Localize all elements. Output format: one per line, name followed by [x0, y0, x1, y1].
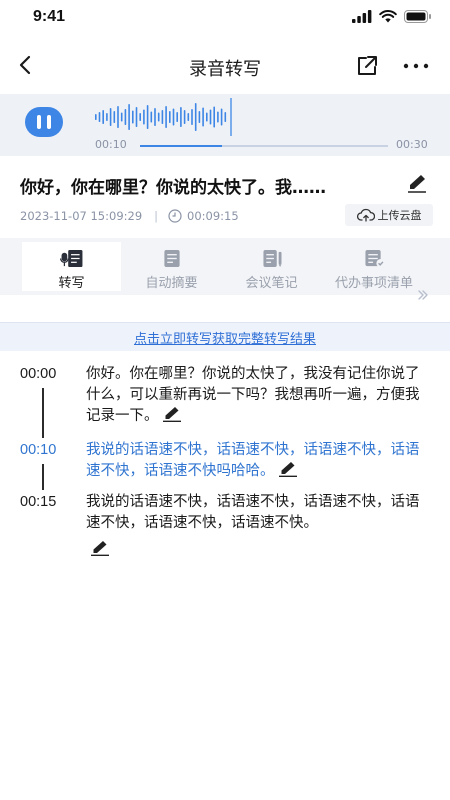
- waveform-bar: [198, 111, 201, 123]
- tab-summary[interactable]: 自动摘要: [122, 242, 221, 291]
- waveform-bar: [224, 112, 227, 122]
- current-time: 00:10: [95, 138, 127, 151]
- waveform-bar: [157, 112, 160, 122]
- recording-title: 你好，你在哪里？你说的太快了。我……: [20, 178, 326, 198]
- waveform-bar: [139, 113, 141, 121]
- waveform-bar: [135, 107, 138, 127]
- transcribe-now-link[interactable]: 点击立即转写获取完整转写结果: [134, 328, 316, 347]
- pause-button[interactable]: [25, 107, 63, 137]
- battery-icon: [404, 10, 431, 23]
- upload-cloud-button[interactable]: 上传云盘: [345, 204, 433, 226]
- waveform-bar: [154, 108, 156, 126]
- tab-transcribe[interactable]: 转写: [22, 242, 121, 291]
- tab-label: 自动摘要: [145, 276, 198, 291]
- clock-icon: [168, 209, 182, 223]
- waveform-bar: [191, 109, 193, 125]
- waveform-bar: [106, 113, 108, 121]
- double-chevron-right-icon[interactable]: [416, 288, 430, 302]
- segment-text-content: 我说的话语速不快，话语速不快，话语速不快，话语速不快，话语速不快吗哈哈。: [86, 442, 420, 479]
- transcribe-banner: 点击立即转写获取完整转写结果: [0, 322, 450, 351]
- tab-strip: 转写 自动摘要 会议笔记 代办事项清单: [0, 238, 450, 295]
- tab-todo-list[interactable]: 代办事项清单: [322, 242, 426, 291]
- timeline-connector: [42, 388, 44, 438]
- edit-icon[interactable]: [90, 540, 110, 556]
- waveform-bar: [109, 108, 112, 126]
- waveform-bar: [102, 110, 104, 124]
- segment-time[interactable]: 00:10: [20, 442, 56, 458]
- waveform-bar: [95, 114, 97, 120]
- waveform-bar: [143, 109, 145, 125]
- audio-player: 00:10 00:30: [0, 94, 450, 156]
- waveform-bar: [132, 110, 134, 124]
- nav-bar: 录音转写: [0, 44, 450, 88]
- waveform-bar: [172, 108, 175, 126]
- edit-icon[interactable]: [406, 173, 428, 193]
- segment-text-content: 你好。你在哪里？你说的太快了，我没有记住你说了什么，可以重新再说一下吗？我想再听…: [86, 366, 420, 424]
- waveform-bar: [220, 108, 223, 126]
- transcribe-icon: [59, 249, 82, 268]
- tab-label: 代办事项清单: [334, 276, 413, 291]
- todo-list-icon: [365, 249, 385, 268]
- pause-icon: [37, 115, 41, 129]
- segment-text: 我说的话语速不快，话语速不快，话语速不快，话语速不快，话语速不快吗哈哈。: [86, 440, 430, 482]
- wifi-icon: [379, 10, 397, 23]
- waveform-bar: [180, 107, 182, 127]
- waveform-bar: [128, 104, 130, 130]
- segment-time[interactable]: 00:15: [20, 494, 56, 510]
- progress-fill: [140, 145, 222, 147]
- page-title: 录音转写: [189, 59, 261, 80]
- waveform-bar: [183, 110, 186, 124]
- waveform-bar: [213, 106, 215, 128]
- share-icon[interactable]: [355, 54, 379, 78]
- segment-text-content: 我说的话语速不快，话语速不快，话语速不快，话语速不快，话语速不快，话语速不快。: [86, 494, 420, 531]
- recording-meta: 2023-11-07 15:09:29 | 00:09:15: [20, 206, 239, 226]
- waveform-bar: [98, 112, 101, 122]
- segment-text: 你好。你在哪里？你说的太快了，我没有记住你说了什么，可以重新再说一下吗？我想再听…: [86, 364, 430, 427]
- total-time: 00:30: [396, 138, 428, 151]
- waveform-bar: [117, 106, 119, 128]
- status-icons: [352, 10, 432, 23]
- waveform-bar: [194, 103, 197, 131]
- status-bar: 9:41: [0, 0, 450, 36]
- waveform-bar: [161, 110, 164, 124]
- notes-icon: [262, 249, 281, 268]
- signal-icon: [352, 10, 372, 23]
- waveform-bar: [146, 105, 149, 129]
- waveform-bar: [202, 107, 204, 127]
- recording-duration: 00:09:15: [187, 209, 239, 223]
- segment-text: 我说的话语速不快，话语速不快，话语速不快，话语速不快，话语速不快，话语速不快。: [86, 492, 430, 561]
- waveform-bar: [169, 111, 171, 123]
- timeline-connector: [42, 464, 44, 490]
- summary-icon: [163, 249, 180, 268]
- edit-icon[interactable]: [162, 406, 182, 422]
- segment-time[interactable]: 00:00: [20, 366, 56, 382]
- waveform-bar: [217, 111, 219, 123]
- recording-date: 2023-11-07 15:09:29: [20, 209, 143, 223]
- upload-cloud-label: 上传云盘: [377, 209, 422, 222]
- waveform[interactable]: [95, 98, 435, 136]
- edit-icon[interactable]: [278, 461, 298, 477]
- waveform-bar: [209, 109, 212, 125]
- waveform-bar: [165, 106, 167, 128]
- waveform-bar: [176, 112, 178, 122]
- cloud-upload-icon: [356, 208, 375, 222]
- tab-label: 会议笔记: [245, 276, 298, 291]
- waveform-bar: [187, 113, 190, 121]
- meta-divider: |: [154, 209, 159, 223]
- waveform-bar: [124, 109, 127, 125]
- progress-track[interactable]: [140, 145, 388, 147]
- waveform-bar: [120, 112, 123, 122]
- tab-meeting-notes[interactable]: 会议笔记: [222, 242, 321, 291]
- waveform-bar: [150, 111, 153, 123]
- status-time: 9:41: [33, 8, 66, 25]
- waveform-bar: [206, 112, 208, 122]
- waveform-bar: [113, 111, 116, 123]
- tab-label: 转写: [58, 276, 85, 291]
- pause-icon-bar: [47, 115, 51, 129]
- more-icon[interactable]: [402, 54, 430, 78]
